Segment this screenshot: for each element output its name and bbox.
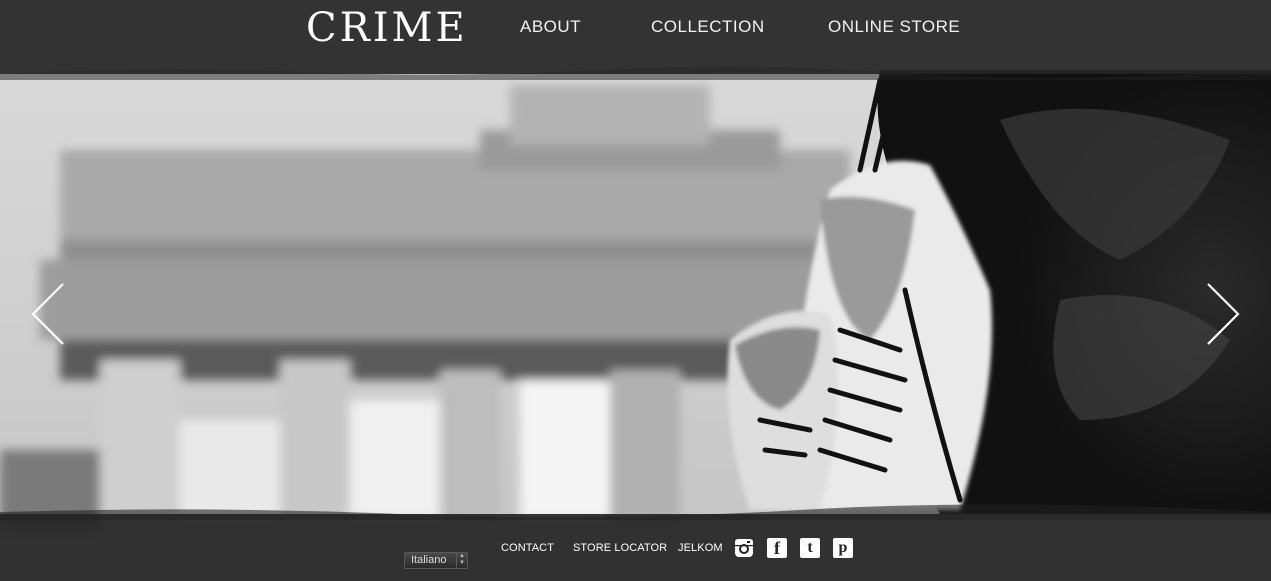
main-nav: ABOUT COLLECTION ONLINE STORE [0, 17, 1271, 41]
language-select-value: Italiano [411, 554, 447, 566]
footer-store-locator-link[interactable]: STORE LOCATOR [573, 542, 667, 554]
pinterest-icon[interactable]: p [833, 538, 853, 558]
select-arrows-icon: ▲ ▼ [456, 553, 467, 568]
hero-slider [0, 0, 1271, 581]
nav-about-link[interactable]: ABOUT [520, 17, 581, 37]
instagram-icon[interactable] [734, 538, 754, 558]
language-select[interactable]: Italiano ▲ ▼ [404, 552, 468, 569]
nav-collection-link[interactable]: COLLECTION [651, 17, 765, 37]
footer-contact-link[interactable]: CONTACT [501, 542, 554, 554]
facebook-icon[interactable]: f [767, 538, 787, 558]
twitter-icon[interactable]: t [800, 538, 820, 558]
chevron-right-icon[interactable] [1205, 282, 1241, 346]
chevron-left-icon[interactable] [30, 282, 66, 346]
footer-jelkom-link[interactable]: JELKOM [678, 542, 723, 554]
nav-online-store-link[interactable]: ONLINE STORE [828, 17, 960, 37]
site-header: CRIME ABOUT COLLECTION ONLINE STORE [0, 0, 1271, 74]
site-footer: Italiano ▲ ▼ CONTACT STORE LOCATOR JELKOM… [0, 514, 1271, 581]
hero-photo [0, 0, 1271, 581]
